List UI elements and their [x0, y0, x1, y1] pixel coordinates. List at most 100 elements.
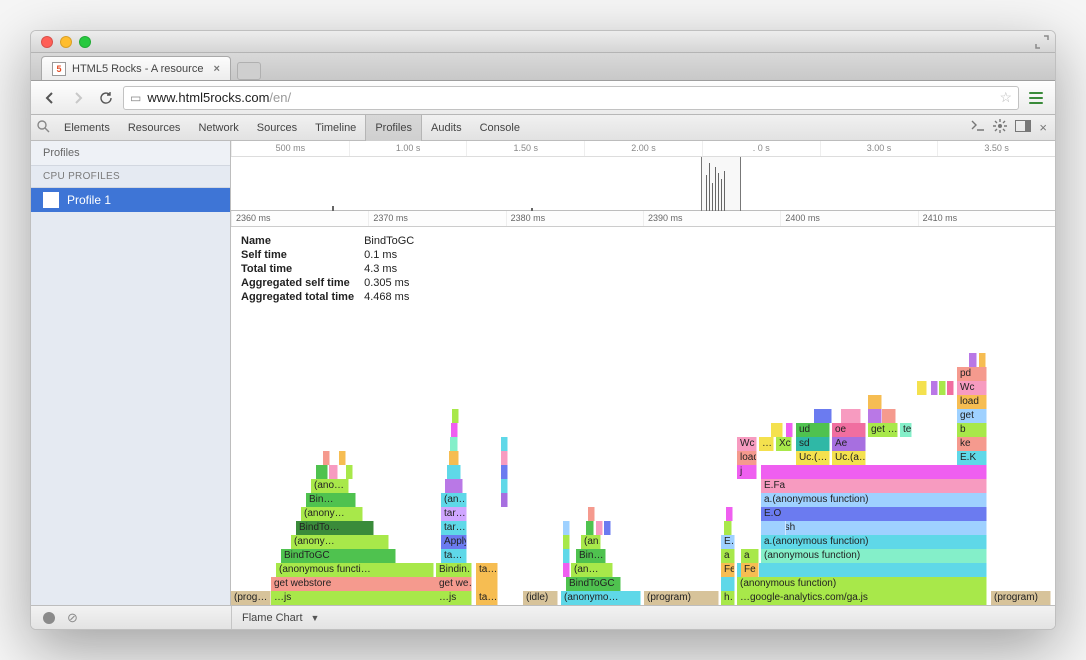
flame-frame[interactable]: pd: [957, 367, 987, 381]
flame-frame[interactable]: (anonymous functi…: [276, 563, 434, 577]
flame-frame[interactable]: [771, 423, 783, 437]
flame-frame[interactable]: (idle): [523, 591, 558, 605]
flame-frame[interactable]: (program): [991, 591, 1051, 605]
devtools-tab-audits[interactable]: Audits: [422, 115, 471, 141]
close-tab-icon[interactable]: ×: [213, 63, 219, 75]
flame-frame[interactable]: Apply: [441, 535, 467, 549]
flame-frame[interactable]: [737, 563, 987, 577]
view-selector[interactable]: Flame Chart ▼: [232, 612, 329, 624]
devtools-tab-network[interactable]: Network: [189, 115, 247, 141]
reload-button[interactable]: [95, 87, 117, 109]
flame-frame[interactable]: Wc: [957, 381, 987, 395]
flame-frame[interactable]: [563, 563, 570, 577]
flame-frame[interactable]: (anonymous function): [761, 549, 987, 563]
flame-frame[interactable]: a.(anonymous function): [761, 535, 987, 549]
flame-frame[interactable]: [449, 451, 459, 465]
overview-strip[interactable]: 500 ms1.00 s1.50 s2.00 s. 0 s3.00 s3.50 …: [231, 141, 1055, 211]
window-close-button[interactable]: [41, 36, 53, 48]
flame-frame[interactable]: (anony…: [301, 507, 363, 521]
flame-frame[interactable]: get webstore: [271, 577, 456, 591]
flame-frame[interactable]: (anonymous function): [737, 577, 987, 591]
flame-frame[interactable]: [917, 381, 927, 395]
flame-frame[interactable]: b: [957, 423, 987, 437]
flame-frame[interactable]: [339, 451, 346, 465]
flame-frame[interactable]: [939, 381, 946, 395]
flame-frame[interactable]: [604, 521, 611, 535]
flame-frame[interactable]: [761, 465, 987, 479]
flame-frame[interactable]: E.Fa: [761, 479, 987, 493]
flame-frame[interactable]: (anony…: [291, 535, 389, 549]
flame-frame[interactable]: Uc.(…: [796, 451, 830, 465]
devtools-tab-timeline[interactable]: Timeline: [306, 115, 365, 141]
flame-frame[interactable]: ta…: [441, 549, 467, 563]
browser-tab[interactable]: 5 HTML5 Rocks - A resource ×: [41, 56, 231, 80]
flame-frame[interactable]: j: [737, 465, 757, 479]
window-expand-icon[interactable]: [1035, 35, 1049, 49]
flame-frame[interactable]: get we…: [436, 577, 472, 591]
flame-frame[interactable]: [563, 549, 570, 563]
flame-chart[interactable]: NameBindToGCSelf time0.1 msTotal time4.3…: [231, 227, 1055, 605]
flame-frame[interactable]: [841, 409, 861, 423]
flame-frame[interactable]: [786, 423, 793, 437]
clear-button[interactable]: ⊘: [67, 610, 78, 626]
flame-frame[interactable]: Bin…: [576, 549, 606, 563]
flame-frame[interactable]: [329, 465, 338, 479]
flame-frame[interactable]: [323, 451, 330, 465]
flame-frame[interactable]: get: [957, 409, 987, 423]
flame-frame[interactable]: [726, 507, 733, 521]
flame-frame[interactable]: (program): [644, 591, 719, 605]
flame-frame[interactable]: a.(anonymous function): [761, 493, 987, 507]
flame-frame[interactable]: …js: [271, 591, 456, 605]
flame-frame[interactable]: Fe: [721, 563, 735, 577]
flame-frame[interactable]: [882, 409, 896, 423]
new-tab-button[interactable]: [237, 62, 261, 80]
flame-frame[interactable]: [476, 577, 498, 591]
flame-frame[interactable]: [501, 437, 508, 451]
console-toggle-icon[interactable]: [971, 120, 985, 135]
flame-frame[interactable]: [979, 353, 986, 367]
flame-frame[interactable]: load: [957, 395, 987, 409]
flame-frame[interactable]: [947, 381, 954, 395]
flame-frame[interactable]: [724, 521, 732, 535]
dock-icon[interactable]: [1015, 120, 1031, 135]
flame-frame[interactable]: [596, 521, 603, 535]
flame-frame[interactable]: a: [741, 549, 759, 563]
flame-frame[interactable]: [563, 521, 570, 535]
flame-frame[interactable]: get …: [868, 423, 898, 437]
flame-frame[interactable]: load: [737, 451, 757, 465]
flame-frame[interactable]: [501, 465, 508, 479]
address-bar[interactable]: ▭ www.html5rocks.com /en/ ☆: [123, 86, 1019, 110]
flame-frame[interactable]: tar…: [441, 521, 467, 535]
devtools-tab-console[interactable]: Console: [471, 115, 529, 141]
flame-frame[interactable]: ke: [957, 437, 987, 451]
flame-frame[interactable]: Bin…: [306, 493, 356, 507]
flame-frame[interactable]: Bindin…: [436, 563, 472, 577]
devtools-tab-sources[interactable]: Sources: [248, 115, 306, 141]
flame-frame[interactable]: BindTo…: [296, 521, 374, 535]
flame-frame[interactable]: [814, 409, 832, 423]
flame-frame[interactable]: [563, 535, 570, 549]
record-button[interactable]: [43, 612, 55, 624]
flame-frame[interactable]: [931, 381, 938, 395]
flame-frame[interactable]: (an…: [581, 535, 601, 549]
flame-frame[interactable]: BindToGC: [566, 577, 621, 591]
flame-frame[interactable]: sd: [796, 437, 830, 451]
flame-frame[interactable]: E.O: [761, 507, 987, 521]
flame-frame[interactable]: ta…: [476, 563, 498, 577]
flame-frame[interactable]: te: [900, 423, 912, 437]
flame-frame[interactable]: [761, 521, 786, 535]
flame-frame[interactable]: [501, 493, 508, 507]
flame-frame[interactable]: E.K: [957, 451, 987, 465]
flame-frame[interactable]: …: [759, 437, 774, 451]
flame-frame[interactable]: [451, 423, 458, 437]
flame-frame[interactable]: Fe: [741, 563, 759, 577]
flame-frame[interactable]: Uc.(a…: [832, 451, 866, 465]
flame-frame[interactable]: [868, 409, 882, 423]
flame-frame[interactable]: Wc: [737, 437, 757, 451]
flame-frame[interactable]: (anonymo…: [561, 591, 641, 605]
window-minimize-button[interactable]: [60, 36, 72, 48]
flame-frame[interactable]: [969, 353, 977, 367]
devtools-tab-elements[interactable]: Elements: [55, 115, 119, 141]
flame-frame[interactable]: Ae: [832, 437, 866, 451]
chrome-menu-button[interactable]: [1025, 87, 1047, 109]
